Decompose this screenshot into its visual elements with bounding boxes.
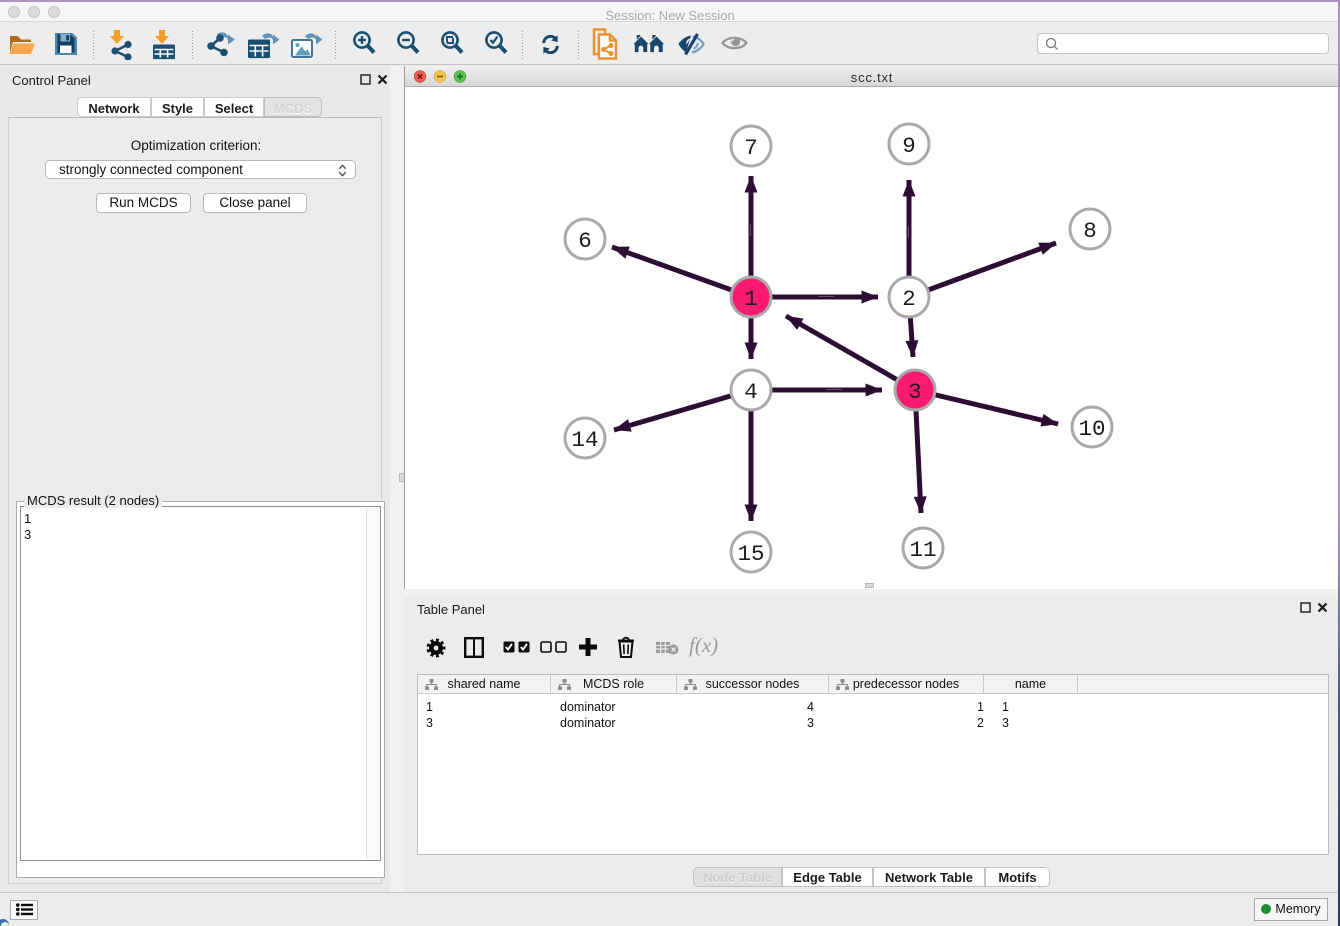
svg-text:1: 1 xyxy=(744,286,758,312)
svg-text:14: 14 xyxy=(571,427,598,453)
svg-text:3: 3 xyxy=(908,379,922,405)
svg-text:11: 11 xyxy=(909,537,936,563)
svg-text:4: 4 xyxy=(744,379,758,405)
svg-text:9: 9 xyxy=(902,133,916,159)
svg-text:10: 10 xyxy=(1078,416,1105,442)
svg-text:6: 6 xyxy=(578,228,592,254)
svg-text:15: 15 xyxy=(737,541,764,567)
svg-text:7: 7 xyxy=(744,135,758,161)
svg-text:8: 8 xyxy=(1083,218,1097,244)
svg-text:2: 2 xyxy=(902,286,916,312)
